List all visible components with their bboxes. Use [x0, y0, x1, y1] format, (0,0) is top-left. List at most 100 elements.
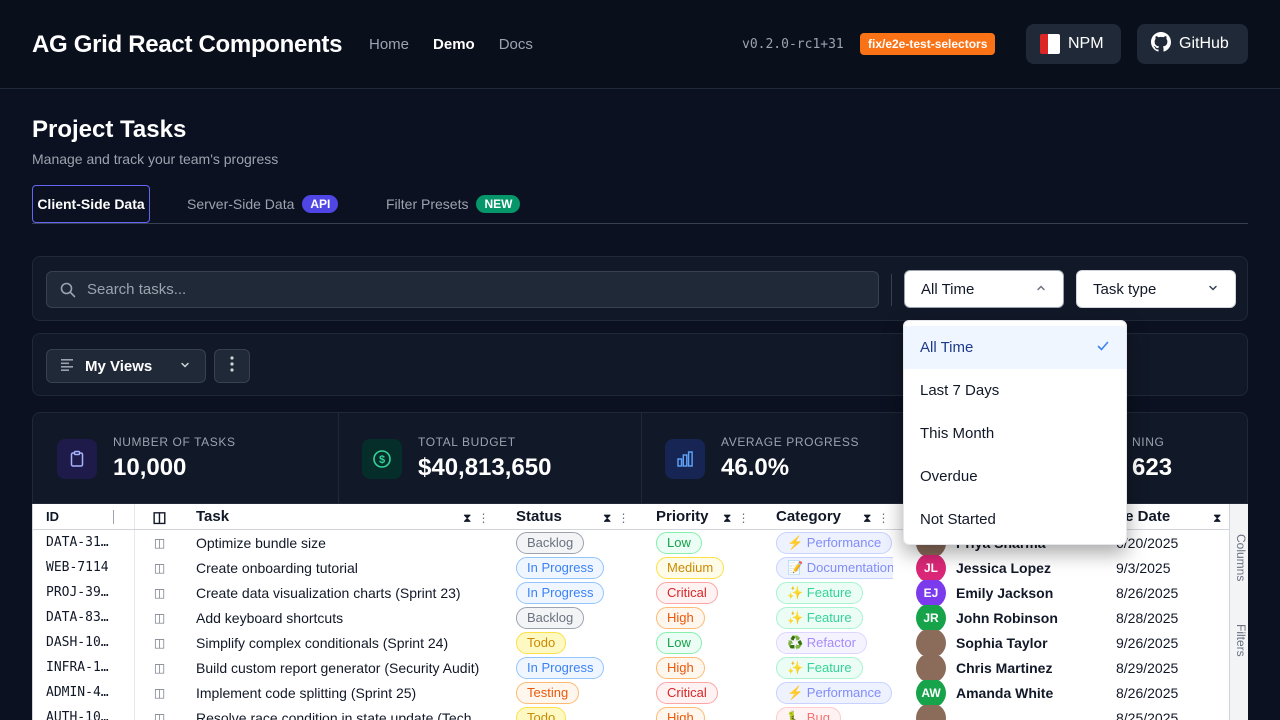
cell-select[interactable]: ◫ — [134, 655, 184, 680]
filter-icon[interactable]: ⧗ — [1213, 511, 1221, 526]
menu-item-not-started[interactable]: Not Started — [904, 498, 1126, 541]
cell-select[interactable]: ◫ — [134, 580, 184, 605]
cell-assignee — [916, 705, 1111, 720]
table-row[interactable]: WEB-7114 ◫ Create onboarding tutorial In Pr… — [33, 555, 1229, 580]
status-badge: Testing — [516, 681, 580, 704]
cell-category: ⚡ Performance — [776, 680, 893, 705]
chevron-down-icon — [179, 358, 191, 375]
filter-bar: All Time Task type — [32, 256, 1248, 321]
cell-due-date: 6/20/2025 — [1116, 534, 1179, 551]
github-button[interactable]: GitHub — [1137, 24, 1248, 64]
priority-badge: Medium — [656, 556, 725, 579]
filter-icon[interactable]: ⧗ ⋮ — [723, 511, 749, 526]
new-badge: NEW — [476, 195, 521, 213]
priority-badge: Critical — [656, 681, 718, 704]
my-views-select[interactable]: My Views — [46, 349, 206, 383]
cell-category: 🐛 Bug — [776, 705, 893, 720]
svg-text:$: $ — [379, 454, 385, 466]
time-range-select[interactable]: All Time — [904, 270, 1064, 308]
tab-filter-presets[interactable]: Filter Presets NEW — [386, 185, 521, 223]
stat-label: NUMBER OF TASKS — [113, 435, 236, 449]
cell-status: Testing — [516, 680, 636, 705]
columns-panel-tab[interactable]: Columns — [1232, 534, 1248, 581]
cell-priority: High — [656, 605, 756, 630]
row-select-icon: ◫ — [152, 508, 167, 526]
cell-select[interactable]: ◫ — [134, 680, 184, 705]
search-icon — [60, 282, 76, 303]
table-row[interactable]: PROJ-39… ◫ Create data visualization chart… — [33, 580, 1229, 605]
cell-select[interactable]: ◫ — [134, 530, 184, 555]
cell-assignee: JR John Robinson — [916, 605, 1111, 630]
cell-select[interactable]: ◫ — [134, 630, 184, 655]
cell-select[interactable]: ◫ — [134, 605, 184, 630]
kebab-icon — [230, 355, 234, 377]
data-tabs: Client-Side Data Server-Side Data API Fi… — [32, 185, 1248, 224]
category-badge: ✨ Feature — [776, 656, 863, 679]
nav-docs[interactable]: Docs — [499, 36, 533, 53]
menu-item-label: Overdue — [920, 468, 978, 485]
cell-status: Backlog — [516, 605, 636, 630]
row-select-icon: ◫ — [153, 560, 166, 575]
header-due-date[interactable]: ue Date — [1116, 504, 1226, 529]
npm-button[interactable]: NPM — [1026, 24, 1121, 64]
menu-item-this-month[interactable]: This Month — [904, 412, 1126, 455]
api-badge: API — [302, 195, 339, 213]
stat-label: NING — [1132, 435, 1165, 449]
cell-status: In Progress — [516, 555, 636, 580]
cell-task: Resolve race condition in state update (… — [196, 709, 472, 720]
cell-priority: Critical — [656, 580, 756, 605]
header-select[interactable]: ◫ — [134, 504, 184, 529]
row-select-icon: ◫ — [153, 635, 166, 650]
category-badge: 🐛 Bug — [776, 706, 841, 720]
table-row[interactable]: ADMIN-4… ◫ Implement code splitting (Sprin… — [33, 680, 1229, 705]
cell-assignee: JL Jessica Lopez — [916, 555, 1111, 580]
menu-item-overdue[interactable]: Overdue — [904, 455, 1126, 498]
cell-id: PROJ-39… — [46, 585, 109, 600]
status-badge: In Progress — [516, 581, 605, 604]
filter-icon[interactable]: ⧗ ⋮ — [603, 511, 629, 526]
stat-average-progress: AVERAGE PROGRESS 46.0% — [641, 413, 941, 503]
column-resize-handle[interactable] — [113, 510, 114, 524]
clipboard-icon — [57, 439, 97, 479]
views-more-button[interactable] — [214, 349, 250, 383]
cell-priority: Low — [656, 530, 756, 555]
tab-label: Client-Side Data — [37, 196, 145, 212]
table-row[interactable]: AUTH-10… ◫ Resolve race condition in state… — [33, 705, 1229, 720]
filters-panel-tab[interactable]: Filters — [1232, 624, 1248, 657]
check-icon — [1096, 339, 1110, 357]
chevron-down-icon — [1207, 281, 1219, 298]
header-id[interactable]: ID — [46, 504, 134, 529]
header-task[interactable]: Task — [196, 504, 506, 529]
stat-label: AVERAGE PROGRESS — [721, 435, 860, 449]
nav-home[interactable]: Home — [369, 36, 409, 53]
table-row[interactable]: INFRA-1… ◫ Build custom report generator (… — [33, 655, 1229, 680]
status-badge: Todo — [516, 631, 567, 654]
table-row[interactable]: DASH-10… ◫ Simplify complex conditionals (… — [33, 630, 1229, 655]
search-input[interactable] — [87, 272, 867, 307]
cell-select[interactable]: ◫ — [134, 705, 184, 720]
brand-title[interactable]: AG Grid React Components — [32, 31, 342, 59]
tab-server-side[interactable]: Server-Side Data API — [187, 185, 339, 223]
avatar — [916, 705, 946, 720]
menu-item-all-time[interactable]: All Time — [904, 326, 1126, 369]
filter-icon[interactable]: ⧗ ⋮ — [463, 511, 489, 526]
stat-value: 10,000 — [113, 454, 187, 481]
nav-demo[interactable]: Demo — [433, 36, 475, 53]
cell-category: ✨ Feature — [776, 655, 893, 680]
cell-due-date: 8/26/2025 — [1116, 584, 1179, 601]
menu-item-last-7-days[interactable]: Last 7 Days — [904, 369, 1126, 412]
github-icon — [1151, 31, 1172, 57]
assignee-name: Amanda White — [956, 684, 1054, 701]
table-row[interactable]: DATA-83… ◫ Add keyboard shortcuts Backlog Hi… — [33, 605, 1229, 630]
status-badge: Backlog — [516, 531, 585, 554]
cell-select[interactable]: ◫ — [134, 555, 184, 580]
stat-number-of-tasks: NUMBER OF TASKS 10,000 — [33, 413, 338, 503]
cell-id: DATA-83… — [46, 610, 109, 625]
filter-icon[interactable]: ⧗ ⋮ — [863, 511, 889, 526]
tab-client-side[interactable]: Client-Side Data — [32, 185, 150, 223]
npm-icon — [1040, 34, 1060, 54]
stat-total-budget: $ TOTAL BUDGET $40,813,650 — [338, 413, 641, 503]
stat-value: 46.0% — [721, 454, 790, 481]
cell-status: In Progress — [516, 580, 636, 605]
task-type-select[interactable]: Task type — [1076, 270, 1236, 308]
